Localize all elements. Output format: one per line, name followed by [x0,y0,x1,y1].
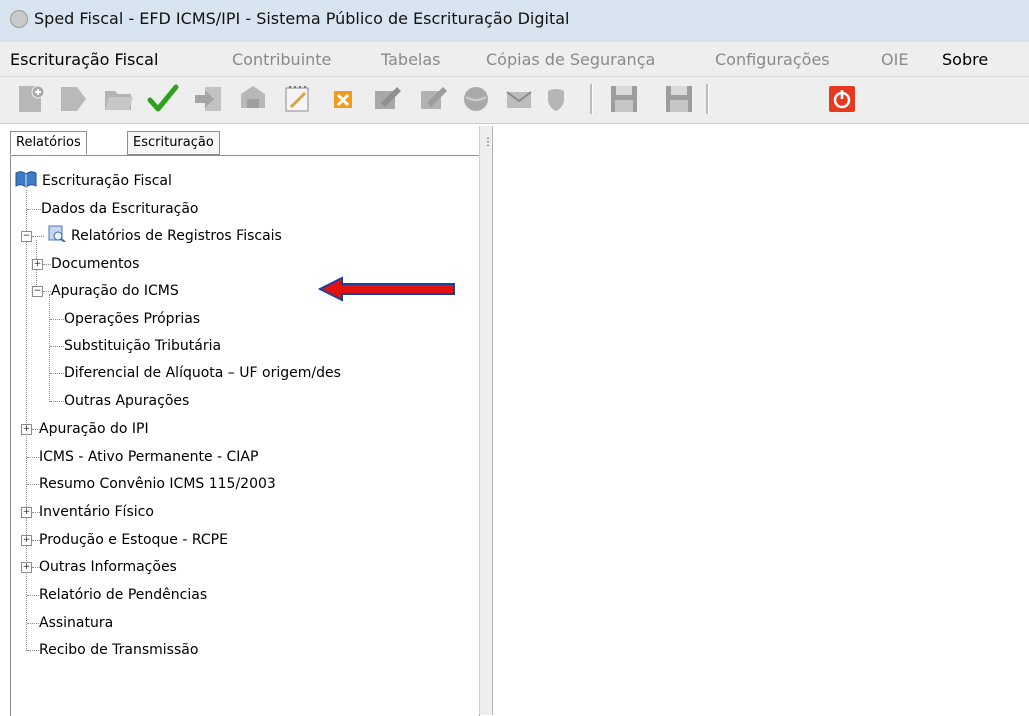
save-as-icon[interactable] [663,83,695,115]
package-icon[interactable] [237,83,269,115]
menu-tabelas[interactable]: Tabelas [381,50,441,69]
power-exit-icon[interactable] [826,83,858,115]
app-icon [10,10,28,28]
tree-connector [27,650,39,651]
expand-expander-icon[interactable]: + [21,424,32,435]
close-x-icon[interactable] [327,83,359,115]
tree-connector [43,291,51,292]
book-icon [15,170,37,192]
toolbar-separator [706,84,709,114]
tree-item-assinatura[interactable]: Assinatura [39,615,113,631]
pane-splitter[interactable]: ⋮ [479,126,493,715]
window-title: Sped Fiscal - EFD ICMS/IPI - Sistema Púb… [34,9,570,28]
tree-item-producao-e-estoque[interactable]: Produção e Estoque - RCPE [39,532,228,548]
tree-connector [50,401,64,402]
tree-connector [32,236,44,237]
open-icon[interactable] [58,83,90,115]
annotation-arrow-icon [317,276,458,306]
tree-item-dados-da-escrituracao[interactable]: Dados da Escrituração [41,201,199,217]
menu-sobre[interactable]: Sobre [942,50,988,69]
tree-item-apuracao-do-ipi[interactable]: Apuração do IPI [39,421,149,437]
notepad-icon[interactable] [281,83,313,115]
tree-item-apuracao-do-icms[interactable]: Apuração do ICMS [51,283,179,299]
menu-configuracoes[interactable]: Configurações [715,50,830,69]
save-icon[interactable] [608,83,640,115]
menu-oie[interactable]: OIE [881,50,908,69]
validate-check-icon[interactable] [147,83,179,115]
tree-item-outras-apuracoes[interactable]: Outras Apurações [64,393,189,409]
content-panel [492,126,1029,715]
tree-item-inventario-fisico[interactable]: Inventário Físico [39,504,154,520]
expand-expander-icon[interactable]: + [32,259,43,270]
mail-icon[interactable] [503,83,535,115]
tree-item-documentos[interactable]: Documentos [51,256,139,272]
report-icon [46,224,66,246]
tree-item-outras-informacoes[interactable]: Outras Informações [39,559,177,575]
toolbar [0,77,1029,124]
menu-copias-de-seguranca[interactable]: Cópias de Segurança [486,50,655,69]
tree-item-icms-ativo-permanente-ciap[interactable]: ICMS - Ativo Permanente - CIAP [39,449,258,465]
tree-connector [27,457,39,458]
splitter-grip-icon[interactable]: ⋮ [483,138,493,158]
tree-connector [27,209,41,210]
tree-guide-line [49,294,50,402]
tree-root-escrituracao-fiscal[interactable]: Escrituração Fiscal [42,173,172,189]
tree-connector [50,346,64,347]
tree-item-resumo-convenio-icms[interactable]: Resumo Convênio ICMS 115/2003 [39,476,276,492]
tree-connector [43,264,51,265]
tree-connector [50,373,64,374]
tree-item-operacoes-proprias[interactable]: Operações Próprias [64,311,200,327]
tree-guide-line [26,190,27,651]
collapse-expander-icon[interactable]: − [32,286,43,297]
tree-connector [27,484,39,485]
tree-panel: Escrituração Fiscal Dados da Escrituraçã… [10,155,480,716]
tree-connector [27,595,39,596]
tree-item-relatorios-de-registros-fiscais[interactable]: Relatórios de Registros Fiscais [71,228,282,244]
expand-expander-icon[interactable]: + [21,535,32,546]
tree-connector [27,623,39,624]
shield-icon[interactable] [540,83,572,115]
sign-disabled-icon[interactable] [417,83,449,115]
collapse-expander-icon[interactable]: − [21,231,32,242]
tree-item-relatorio-de-pendencias[interactable]: Relatório de Pendências [39,587,207,603]
tree-item-substituicao-tributaria[interactable]: Substituição Tributária [64,338,221,354]
tree-connector [50,319,64,320]
menu-contribuinte[interactable]: Contribuinte [232,50,331,69]
title-bar: Sped Fiscal - EFD ICMS/IPI - Sistema Púb… [0,0,1029,42]
tree-item-diferencial-de-aliquota[interactable]: Diferencial de Alíquota – UF origem/des [64,365,341,381]
tab-escrituracao[interactable]: Escrituração [127,131,220,155]
import-icon[interactable] [193,83,225,115]
menu-escrituracao-fiscal[interactable]: Escrituração Fiscal [10,50,158,69]
menu-bar: Escrituração Fiscal Contribuinte Tabelas… [0,42,1029,77]
sign-icon[interactable] [371,83,403,115]
globe-icon[interactable] [460,83,492,115]
folder-icon[interactable] [103,83,135,115]
expand-expander-icon[interactable]: + [21,562,32,573]
toolbar-separator [590,84,593,114]
expand-expander-icon[interactable]: + [21,507,32,518]
tab-relatorios[interactable]: Relatórios [10,131,87,155]
new-document-icon[interactable] [14,83,46,115]
tree-item-recibo-de-transmissao[interactable]: Recibo de Transmissão [39,642,198,658]
